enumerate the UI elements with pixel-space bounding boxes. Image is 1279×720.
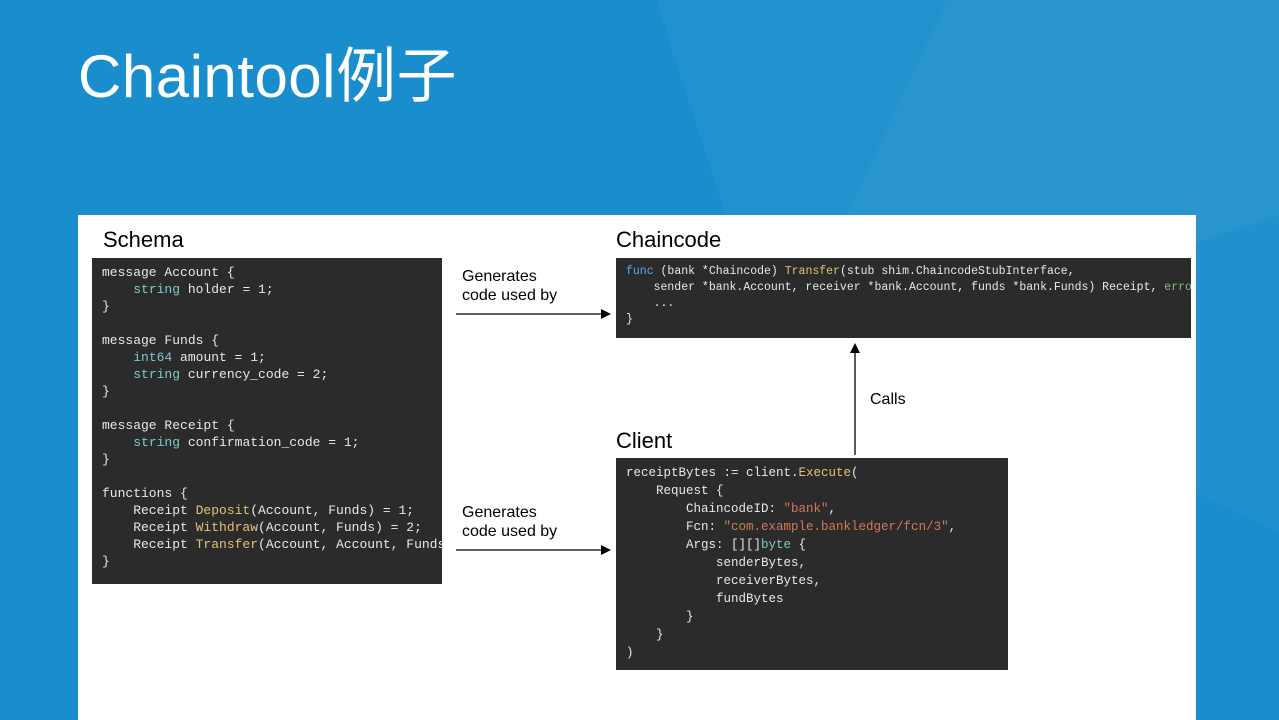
content-panel: Schema message Account { string holder =…	[78, 215, 1196, 720]
generates-label: Generatescode used by	[462, 503, 557, 541]
client-heading: Client	[616, 428, 672, 454]
calls-label: Calls	[870, 390, 906, 409]
arrow-right-icon	[456, 544, 611, 556]
generates-label: Generatescode used by	[462, 267, 557, 305]
arrow-up-icon	[848, 343, 862, 455]
schema-code: message Account { string holder = 1; } m…	[92, 258, 442, 584]
page-title: Chaintool例子	[78, 28, 457, 115]
chaincode-code: func (bank *Chaincode) Transfer(stub shi…	[616, 258, 1191, 338]
chaincode-heading: Chaincode	[616, 227, 721, 253]
arrow-right-icon	[456, 308, 611, 320]
client-code: receiptBytes := client.Execute( Request …	[616, 458, 1008, 670]
schema-heading: Schema	[103, 227, 184, 253]
slide: Chaintool例子 Schema message Account { str…	[0, 0, 1279, 720]
